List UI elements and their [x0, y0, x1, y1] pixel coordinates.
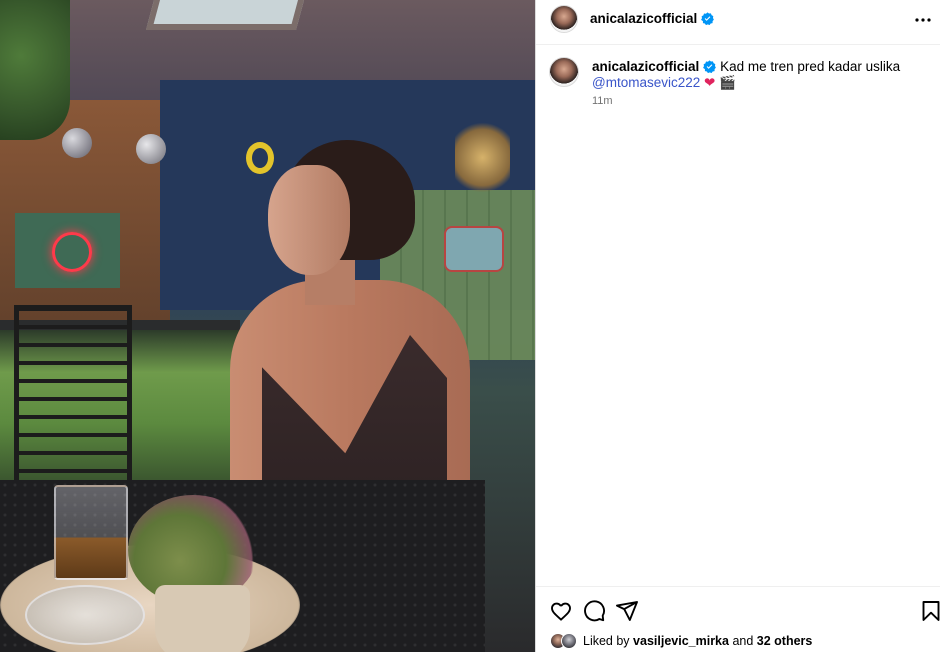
- photo-skylight: [145, 0, 305, 30]
- share-icon[interactable]: [615, 599, 639, 623]
- more-options-icon[interactable]: [911, 10, 935, 30]
- comment-icon[interactable]: [582, 599, 606, 623]
- likes-prefix: Liked by: [583, 634, 630, 648]
- photo-coffee-sign: [444, 226, 504, 272]
- photo-deer-lamp: [455, 120, 510, 195]
- heart-emoji: ❤: [704, 75, 716, 90]
- photo-plants: [0, 0, 70, 140]
- liker-username[interactable]: vasiljevic_mirka: [633, 634, 729, 648]
- post-timestamp[interactable]: 11m: [592, 95, 613, 107]
- caption-text-block: anicalazicofficial Kad me tren pred kada…: [592, 59, 922, 91]
- photo-person-face: [268, 165, 350, 275]
- caption-body: Kad me tren pred kadar uslika: [720, 59, 901, 74]
- post-photo[interactable]: [0, 0, 535, 652]
- post-details-panel: anicalazicofficial anicalazicofficial Ka…: [535, 0, 940, 652]
- post-actions-bar: Liked by vasiljevic_mirka and 32 others: [536, 586, 940, 652]
- photo-glass: [54, 485, 128, 580]
- photo-disco-ball: [62, 128, 92, 158]
- verified-badge-icon: [703, 60, 717, 73]
- clapper-emoji: 🎬: [719, 75, 736, 90]
- likes-others-count[interactable]: 32 others: [757, 634, 813, 648]
- photo-neon-sign: [52, 232, 92, 272]
- heart-icon[interactable]: [549, 599, 573, 623]
- photo-flower-pot: [155, 585, 250, 652]
- verified-badge-icon: [701, 12, 715, 25]
- photo-chair: [14, 305, 132, 505]
- author-username[interactable]: anicalazicofficial: [590, 11, 715, 26]
- caption-username[interactable]: anicalazicofficial: [592, 59, 717, 74]
- caption-mention-link[interactable]: @mtomasevic222: [592, 75, 700, 90]
- photo-disco-ball: [136, 134, 166, 164]
- author-avatar[interactable]: [550, 5, 578, 33]
- photo-ring-decor: [246, 142, 274, 174]
- liker-avatar[interactable]: [561, 633, 577, 649]
- photo-ashtray: [25, 585, 145, 645]
- likes-summary: Liked by vasiljevic_mirka and 32 others: [550, 633, 812, 649]
- likes-and: and: [732, 634, 754, 648]
- likes-text: Liked by vasiljevic_mirka and 32 others: [583, 634, 812, 648]
- post-header: anicalazicofficial: [536, 0, 940, 45]
- bookmark-icon[interactable]: [919, 599, 940, 623]
- caption-avatar[interactable]: [549, 57, 579, 87]
